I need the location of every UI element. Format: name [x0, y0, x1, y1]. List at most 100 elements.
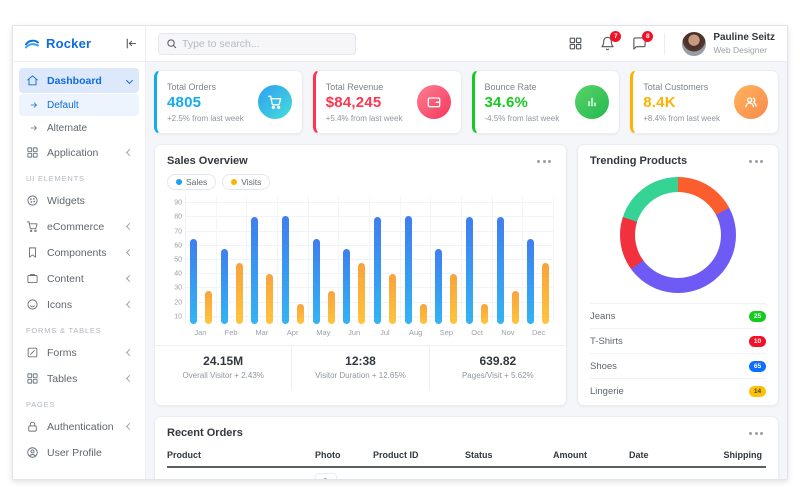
- x-tick-label: Sep: [431, 324, 462, 343]
- stat-label: Total Orders: [167, 82, 244, 92]
- footer-stat-label: Pages/Visit + 5.62%: [434, 371, 562, 380]
- trending-item-jeans[interactable]: Jeans 25: [590, 303, 766, 328]
- sales-bar[interactable]: [190, 239, 197, 324]
- visits-bar[interactable]: [297, 304, 304, 324]
- visits-bar[interactable]: [450, 274, 457, 324]
- messages-chat-icon[interactable]: 8: [632, 36, 647, 51]
- footer-stat-value: 24.15M: [159, 354, 287, 368]
- sales-overview-card: Sales Overview SalesVisits 9080706050403…: [154, 144, 567, 406]
- legend-item-sales[interactable]: Sales: [167, 174, 216, 190]
- y-tick-label: 40: [174, 271, 182, 278]
- recent-orders-menu-icon[interactable]: [746, 429, 766, 438]
- visits-bar[interactable]: [420, 304, 427, 324]
- month-column-feb: [217, 196, 248, 324]
- trending-item-t-shirts[interactable]: T-Shirts10: [590, 328, 766, 353]
- sales-bar[interactable]: [282, 216, 289, 324]
- sidebar-item-alternate[interactable]: Alternate: [19, 117, 139, 139]
- sidebar-collapse-icon[interactable]: [124, 37, 137, 50]
- sales-bar[interactable]: [527, 239, 534, 324]
- apps-grid-icon[interactable]: [568, 36, 583, 51]
- visits-bar[interactable]: [389, 274, 396, 324]
- sidebar-item-widgets[interactable]: Widgets: [19, 188, 139, 213]
- notifications-bell-icon[interactable]: 7: [600, 36, 615, 51]
- visits-bar[interactable]: [358, 263, 365, 324]
- chart-x-axis: JanFebMarAprMayJunJulAugSepOctNovDec: [185, 324, 554, 343]
- trending-products-menu-icon[interactable]: [746, 157, 766, 166]
- x-tick-label: Nov: [493, 324, 524, 343]
- visits-bar[interactable]: [266, 274, 273, 324]
- trending-item-shoes[interactable]: Shoes65: [590, 353, 766, 378]
- y-tick-label: 10: [174, 313, 182, 320]
- legend-dot: [176, 179, 182, 185]
- trending-item-badge: 25: [749, 311, 766, 322]
- sales-bar[interactable]: [466, 217, 473, 324]
- sales-overview-menu-icon[interactable]: [534, 157, 554, 166]
- wallet-icon: [426, 94, 442, 110]
- sidebar-item-tables[interactable]: Tables: [19, 366, 139, 391]
- column-header-photo: Photo: [315, 450, 373, 460]
- month-column-dec: [523, 196, 554, 324]
- month-column-apr: [278, 196, 309, 324]
- month-column-oct: [462, 196, 493, 324]
- sales-bar[interactable]: [374, 217, 381, 324]
- visits-bar[interactable]: [512, 291, 519, 324]
- sidebar-item-user-profile[interactable]: User Profile: [19, 440, 139, 465]
- sidebar-item-label: Forms: [47, 347, 77, 359]
- user-icon: [26, 446, 39, 459]
- arrow-right-icon: [29, 123, 39, 133]
- stat-card-total-customers: Total Customers8.4K+8.4% from last week: [630, 70, 779, 134]
- trending-item-label: Jeans: [590, 311, 615, 322]
- trending-item-badge: 65: [749, 361, 766, 372]
- sales-bar[interactable]: [313, 239, 320, 324]
- visits-bar[interactable]: [481, 304, 488, 324]
- sales-bar[interactable]: [251, 217, 258, 324]
- sidebar-item-content[interactable]: Content: [19, 266, 139, 291]
- recent-orders-card: Recent Orders ProductPhotoProduct IDStat…: [154, 416, 779, 479]
- sales-bar[interactable]: [405, 216, 412, 324]
- sidebar-item-icons[interactable]: Icons: [19, 292, 139, 317]
- order-row[interactable]: Iphone 5#9405822Paid$1250.0003 Feb 2020: [167, 468, 766, 479]
- chevron-left-icon: [126, 349, 133, 356]
- footer-stat-label: Overall Visitor + 2.43%: [159, 371, 287, 380]
- sidebar-item-default[interactable]: Default: [19, 94, 139, 116]
- trending-item-lingerie[interactable]: Lingerie14: [590, 378, 766, 403]
- product-photo-image: [320, 478, 332, 479]
- grid-icon: [26, 372, 39, 385]
- column-header-status: Status: [465, 450, 553, 460]
- x-tick-label: Dec: [523, 324, 554, 343]
- y-tick-label: 20: [174, 299, 182, 306]
- sidebar-item-authentication[interactable]: Authentication: [19, 414, 139, 439]
- visits-bar[interactable]: [328, 291, 335, 324]
- sidebar-item-dashboard[interactable]: Dashboard: [19, 68, 139, 93]
- recent-orders-title: Recent Orders: [167, 427, 243, 439]
- sidebar-item-label: Default: [47, 100, 79, 111]
- brand[interactable]: Rocker: [23, 35, 91, 53]
- sidebar-item-components[interactable]: Components: [19, 240, 139, 265]
- cart-icon: [26, 220, 39, 233]
- sidebar-item-ecommerce[interactable]: eCommerce: [19, 214, 139, 239]
- stat-label: Total Revenue: [326, 82, 403, 92]
- visits-bar[interactable]: [542, 263, 549, 324]
- legend-dot: [231, 179, 237, 185]
- sales-bar[interactable]: [497, 217, 504, 324]
- sidebar-item-application[interactable]: Application: [19, 140, 139, 165]
- user-menu[interactable]: Pauline Seitz Web Designer: [682, 32, 775, 56]
- legend-item-visits[interactable]: Visits: [222, 174, 270, 190]
- sales-footer-stat: 24.15M Overall Visitor + 2.43%: [155, 346, 292, 389]
- visits-bar[interactable]: [236, 263, 243, 324]
- content-icon: [26, 272, 39, 285]
- chevron-left-icon: [126, 375, 133, 382]
- column-header-date: Date: [629, 450, 721, 460]
- chevron-down-icon: [126, 77, 133, 84]
- sidebar-item-forms[interactable]: Forms: [19, 340, 139, 365]
- brand-name: Rocker: [46, 36, 91, 51]
- visits-bar[interactable]: [205, 291, 212, 324]
- sidebar-item-label: Content: [47, 273, 84, 285]
- top-navbar: Rocker: [13, 26, 787, 62]
- sales-bar[interactable]: [435, 249, 442, 324]
- search-input[interactable]: [182, 38, 348, 50]
- sales-bar[interactable]: [343, 249, 350, 324]
- sidebar: DashboardDefaultAlternateApplicationUI E…: [13, 62, 146, 479]
- sales-bar[interactable]: [221, 249, 228, 324]
- topbar-actions: 7 8 Pauline Seitz Web Designer: [568, 32, 787, 56]
